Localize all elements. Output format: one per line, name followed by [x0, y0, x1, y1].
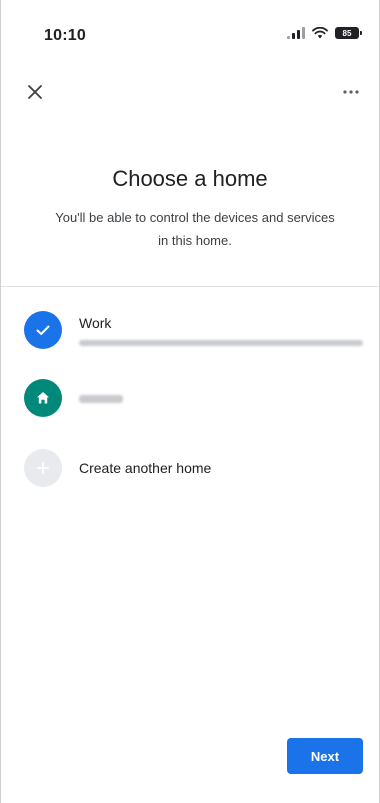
home-avatar	[24, 379, 62, 417]
status-time: 10:10	[44, 27, 86, 44]
more-horizontal-icon	[343, 90, 359, 94]
battery-icon: 85	[335, 27, 362, 39]
home-option-work[interactable]: Work	[1, 302, 379, 358]
cellular-signal-icon	[287, 27, 305, 39]
close-icon	[28, 85, 42, 99]
home-name-redacted	[79, 395, 123, 403]
create-home-button[interactable]: Create another home	[1, 440, 379, 496]
more-options-button[interactable]	[337, 78, 365, 106]
status-bar: 10:10 85	[1, 0, 379, 70]
home-option-label: Work	[79, 314, 112, 331]
page-title: Choose a home	[112, 166, 268, 191]
home-selected-avatar	[24, 311, 62, 349]
battery-level: 85	[342, 28, 352, 38]
home-option-second[interactable]	[1, 370, 379, 426]
choose-home-screen: 10:10 85 Choose a home You'll be able to…	[0, 0, 380, 803]
create-home-text: Create another home	[79, 460, 211, 476]
create-home-avatar	[24, 449, 62, 487]
home-option-text	[79, 393, 123, 403]
page-subtitle: You'll be able to control the devices an…	[55, 210, 335, 248]
home-option-text: Work	[79, 315, 363, 346]
home-address-redacted	[79, 339, 363, 346]
create-home-label: Create another home	[79, 460, 212, 476]
close-button[interactable]	[21, 78, 49, 106]
status-icons: 85	[287, 27, 362, 39]
next-button[interactable]: Next	[287, 738, 363, 774]
house-icon	[37, 392, 49, 404]
plus-icon	[37, 462, 49, 474]
wifi-icon	[312, 27, 328, 39]
divider	[1, 286, 379, 287]
check-icon	[36, 325, 50, 335]
